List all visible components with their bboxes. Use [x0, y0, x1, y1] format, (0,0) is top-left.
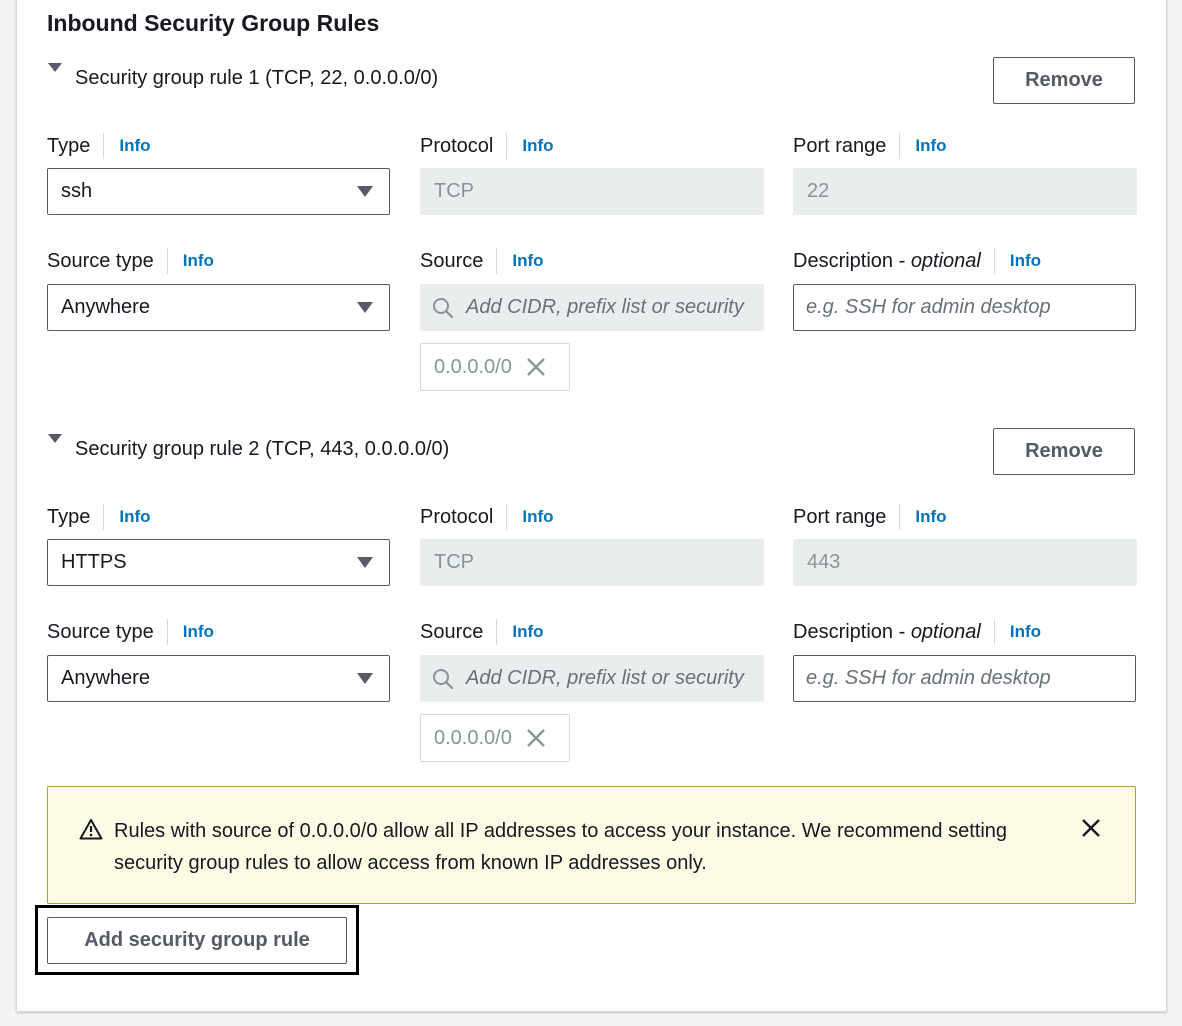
rule-1-title[interactable]: Security group rule 1 (TCP, 22, 0.0.0.0/… — [75, 67, 438, 90]
rule-1-port-field: 22 — [793, 168, 1137, 215]
info-link[interactable]: Info — [119, 507, 150, 527]
rule-2-title[interactable]: Security group rule 2 (TCP, 443, 0.0.0.0… — [75, 438, 449, 461]
rule-2-source-token: 0.0.0.0/0 — [420, 714, 570, 762]
rule-1-source-label: Source Info — [420, 248, 544, 274]
remove-token-icon[interactable] — [526, 728, 546, 748]
rule-2-type-label: Type Info — [47, 504, 151, 530]
info-link[interactable]: Info — [915, 507, 946, 527]
dropdown-caret-icon — [357, 673, 373, 684]
info-link[interactable]: Info — [512, 622, 543, 642]
search-icon — [433, 668, 454, 689]
rule-1-description-label: Description - optional Info — [793, 248, 1041, 274]
rule-2-description-label: Description - optional Info — [793, 619, 1041, 645]
warning-alert: Rules with source of 0.0.0.0/0 allow all… — [47, 786, 1136, 904]
rule-1-source-search[interactable]: Add CIDR, prefix list or security — [420, 284, 764, 331]
rule-2-remove-button[interactable]: Remove — [993, 428, 1135, 475]
add-security-group-rule-button[interactable]: Add security group rule — [47, 917, 347, 964]
rule-2-source-search[interactable]: Add CIDR, prefix list or security — [420, 655, 764, 702]
search-icon — [433, 297, 454, 318]
info-link[interactable]: Info — [1010, 622, 1041, 642]
info-link[interactable]: Info — [1010, 251, 1041, 271]
collapse-caret-icon[interactable] — [48, 63, 62, 72]
rule-1-protocol-label: Protocol Info — [420, 133, 554, 159]
rule-2-protocol-label: Protocol Info — [420, 504, 554, 530]
rule-2-source-type-select[interactable]: Anywhere — [47, 655, 390, 702]
close-icon[interactable] — [1080, 817, 1102, 844]
rule-2-port-label: Port range Info — [793, 504, 947, 530]
dropdown-caret-icon — [357, 557, 373, 568]
info-link[interactable]: Info — [522, 507, 553, 527]
rule-2-port-field: 443 — [793, 539, 1137, 586]
rule-1-source-token: 0.0.0.0/0 — [420, 343, 570, 391]
info-link[interactable]: Info — [915, 136, 946, 156]
warning-message: Rules with source of 0.0.0.0/0 allow all… — [114, 820, 1008, 874]
rule-2-type-select[interactable]: HTTPS — [47, 539, 390, 586]
rule-2-source-label: Source Info — [420, 619, 544, 645]
rule-1-source-type-select[interactable]: Anywhere — [47, 284, 390, 331]
collapse-caret-icon[interactable] — [48, 434, 62, 443]
warning-icon — [79, 818, 103, 845]
rule-1-port-label: Port range Info — [793, 133, 947, 159]
rule-2-source-type-label: Source type Info — [47, 619, 214, 645]
rule-1-type-select[interactable]: ssh — [47, 168, 390, 215]
remove-token-icon[interactable] — [526, 357, 546, 377]
info-link[interactable]: Info — [119, 136, 150, 156]
rule-1-type-label: Type Info — [47, 133, 151, 159]
dropdown-caret-icon — [357, 186, 373, 197]
rule-2-description-input[interactable] — [793, 655, 1136, 702]
dropdown-caret-icon — [357, 302, 373, 313]
rule-1-remove-button[interactable]: Remove — [993, 57, 1135, 104]
info-link[interactable]: Info — [522, 136, 553, 156]
info-link[interactable]: Info — [183, 251, 214, 271]
rule-1-source-type-label: Source type Info — [47, 248, 214, 274]
info-link[interactable]: Info — [183, 622, 214, 642]
rule-2-protocol-field: TCP — [420, 539, 764, 586]
info-link[interactable]: Info — [512, 251, 543, 271]
rule-1-protocol-field: TCP — [420, 168, 764, 215]
section-title: Inbound Security Group Rules — [47, 10, 380, 36]
rule-1-description-input[interactable] — [793, 284, 1136, 331]
